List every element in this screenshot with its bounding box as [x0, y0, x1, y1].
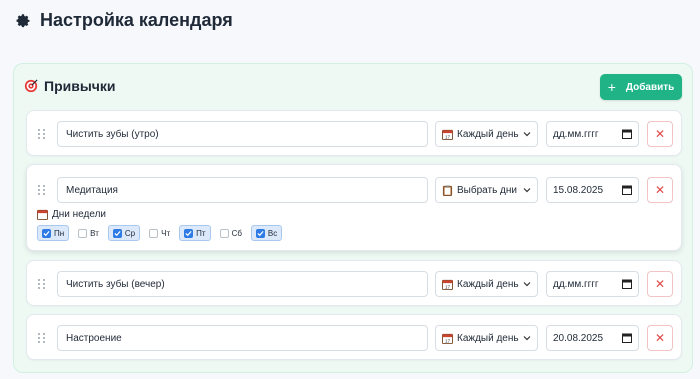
checkbox-icon: [149, 228, 159, 238]
frequency-select[interactable]: 17 Каждый день: [435, 271, 538, 297]
page-title: Настройка календаря: [40, 10, 233, 30]
drag-handle-icon[interactable]: [38, 279, 46, 290]
frequency-value: Каждый день: [457, 128, 519, 140]
target-icon: [24, 79, 38, 93]
date-value: дд.мм.гггг: [553, 278, 599, 290]
chevron-down-icon: [523, 131, 531, 137]
weekday-toggle[interactable]: Чт: [144, 225, 175, 241]
date-value: дд.мм.гггг: [553, 128, 599, 140]
weekday-toggle[interactable]: Пт: [179, 225, 211, 241]
weekday-label: Вт: [90, 228, 99, 238]
delete-habit-button[interactable]: ✕: [647, 121, 673, 147]
habits-title: Привычки: [44, 78, 116, 94]
drag-handle-icon[interactable]: [38, 185, 46, 196]
calendar-picker-icon[interactable]: [622, 129, 632, 139]
date-value: 15.08.2025: [553, 184, 604, 196]
delete-habit-button[interactable]: ✕: [647, 177, 673, 203]
calendar-icon: 17: [442, 129, 453, 140]
calendar-picker-icon[interactable]: [622, 185, 632, 195]
habit-name-input[interactable]: [57, 271, 428, 297]
delete-habit-button[interactable]: ✕: [647, 271, 673, 297]
weekdays-label: Дни недели: [37, 209, 106, 220]
habit-row: Выбрать дни 15.08.2025 ✕ Дни недели Пн В…: [26, 164, 682, 251]
weekday-toggle[interactable]: Вс: [250, 225, 283, 241]
weekday-label: Сб: [231, 228, 242, 238]
close-icon: ✕: [654, 183, 666, 197]
weekday-toggle[interactable]: Вт: [73, 225, 104, 241]
habit-row: 17 Каждый день дд.мм.гггг ✕: [26, 110, 682, 156]
svg-text:17: 17: [445, 338, 451, 343]
habit-row: 17 Каждый день дд.мм.гггг ✕: [26, 260, 682, 306]
weekday-label: Ср: [124, 228, 136, 238]
frequency-select[interactable]: 17 Каждый день: [435, 325, 538, 351]
close-icon: ✕: [654, 331, 666, 345]
close-icon: ✕: [654, 277, 666, 291]
chevron-down-icon: [523, 281, 531, 287]
drag-handle-icon[interactable]: [38, 129, 46, 140]
calendar-icon: 17: [442, 333, 453, 344]
drag-handle-icon[interactable]: [38, 333, 46, 344]
habits-section: Привычки + Добавить 17 Каждый день дд.мм…: [13, 63, 693, 373]
delete-habit-button[interactable]: ✕: [647, 325, 673, 351]
weekday-toggle[interactable]: Сб: [215, 225, 247, 241]
weekdays-label-text: Дни недели: [52, 209, 107, 220]
gear-icon: [14, 12, 32, 30]
add-habit-button[interactable]: + Добавить: [600, 74, 682, 100]
svg-text:17: 17: [445, 134, 451, 139]
checkbox-icon: [184, 228, 194, 238]
clipboard-icon: [442, 184, 453, 196]
frequency-value: Выбрать дни: [457, 184, 517, 196]
weekday-toggle[interactable]: Пн: [37, 225, 70, 241]
close-icon: ✕: [654, 127, 666, 141]
checkbox-icon: [78, 228, 88, 238]
habit-name-input[interactable]: [57, 325, 428, 351]
habits-section-header: Привычки: [24, 78, 116, 94]
calendar-icon: [37, 209, 48, 220]
date-value: 20.08.2025: [553, 332, 604, 344]
date-input[interactable]: 20.08.2025: [546, 325, 639, 351]
frequency-value: Каждый день: [457, 332, 519, 344]
checkbox-icon: [42, 228, 51, 238]
add-habit-label: Добавить: [625, 81, 675, 93]
checkbox-icon: [112, 228, 122, 238]
plus-icon: +: [607, 79, 616, 95]
date-input[interactable]: дд.мм.гггг: [546, 121, 639, 147]
weekday-label: Пт: [196, 228, 206, 238]
chevron-down-icon: [523, 187, 531, 193]
page-header: Настройка календаря: [14, 10, 233, 31]
svg-text:17: 17: [445, 284, 451, 289]
habit-row: 17 Каждый день 20.08.2025 ✕: [26, 314, 682, 360]
frequency-value: Каждый день: [457, 278, 519, 290]
checkbox-icon: [219, 228, 229, 238]
weekday-toggle[interactable]: Ср: [107, 225, 141, 241]
calendar-picker-icon[interactable]: [622, 333, 632, 343]
calendar-icon: 17: [442, 279, 453, 290]
weekday-label: Чт: [161, 228, 171, 238]
habit-name-input[interactable]: [57, 121, 428, 147]
weekday-selector: Пн Вт Ср Чт Пт Сб Вс: [37, 225, 283, 241]
weekday-label: Вс: [267, 228, 278, 238]
date-input[interactable]: дд.мм.гггг: [546, 271, 639, 297]
checkbox-icon: [255, 228, 265, 238]
frequency-select[interactable]: Выбрать дни: [435, 177, 538, 203]
frequency-select[interactable]: 17 Каждый день: [435, 121, 538, 147]
weekday-label: Пн: [54, 228, 65, 238]
chevron-down-icon: [523, 335, 531, 341]
date-input[interactable]: 15.08.2025: [546, 177, 639, 203]
habit-name-input[interactable]: [57, 177, 428, 203]
calendar-picker-icon[interactable]: [622, 279, 632, 289]
